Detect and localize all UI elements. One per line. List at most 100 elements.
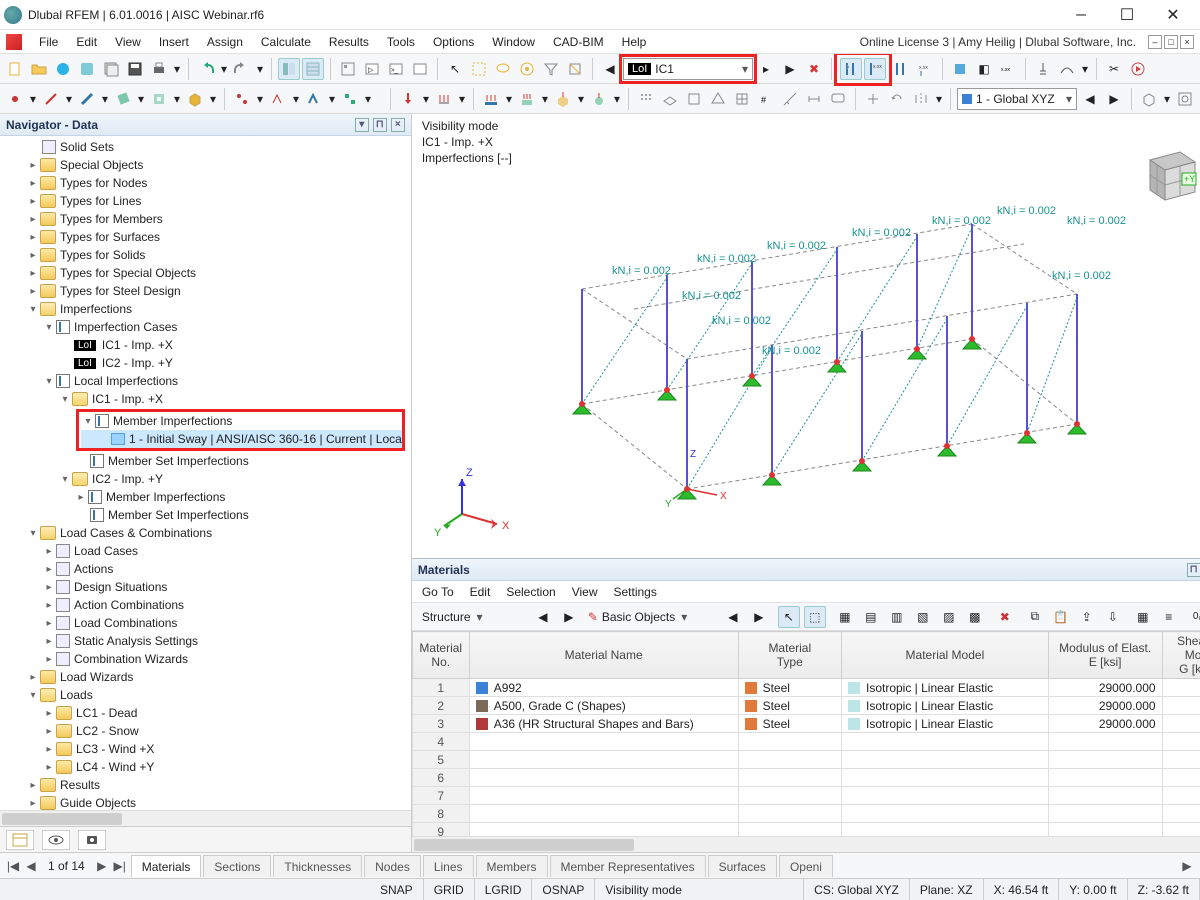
menu-insert[interactable]: Insert: [150, 30, 198, 54]
free-load-icon[interactable]: [588, 88, 610, 110]
show-local-imperfections-icon[interactable]: [840, 58, 862, 80]
zoom-fit-icon[interactable]: [1174, 88, 1196, 110]
line-load-icon[interactable]: [433, 88, 455, 110]
tree-item-comb-wiz[interactable]: ▸Combination Wizards: [2, 650, 411, 668]
nav-data-tab-icon[interactable]: [6, 830, 34, 850]
status-osnap[interactable]: OSNAP: [532, 879, 595, 900]
col-material-model[interactable]: Material Model: [841, 632, 1048, 679]
solid-load-icon[interactable]: [552, 88, 574, 110]
table-row[interactable]: 5: [412, 751, 1200, 769]
close-button[interactable]: ✕: [1150, 0, 1196, 30]
materials-table[interactable]: Material No. Material Name Material Type…: [412, 631, 1200, 836]
set-dd3[interactable]: ▾: [327, 88, 337, 110]
materials-table-container[interactable]: Material No. Material Name Material Type…: [412, 631, 1200, 836]
display-loads-icon[interactable]: [890, 58, 912, 80]
tree-item-types-steel[interactable]: ▸Types for Steel Design: [2, 282, 411, 300]
tree-item-imperf-cases[interactable]: ▾Imperfection Cases: [2, 318, 411, 336]
tab-prev-icon[interactable]: ◀: [22, 859, 40, 873]
mdi-minimize[interactable]: –: [1148, 35, 1162, 49]
cs-prev-icon[interactable]: ◀: [1079, 88, 1101, 110]
case-list-icon[interactable]: ▸: [755, 58, 777, 80]
panel-close-icon[interactable]: ×: [391, 118, 405, 132]
tree-item-types-lines[interactable]: ▸Types for Lines: [2, 192, 411, 210]
tree-item-load-cases[interactable]: ▸Load Cases: [2, 542, 411, 560]
tree-item-member-imperf[interactable]: ▾Member Imperfections: [81, 412, 402, 430]
undo-icon[interactable]: [195, 58, 217, 80]
tree-item-loads[interactable]: ▾Loads: [2, 686, 411, 704]
tree-item-types-solids[interactable]: ▸Types for Solids: [2, 246, 411, 264]
move-copy-icon[interactable]: [862, 88, 884, 110]
maximize-button[interactable]: ☐: [1104, 0, 1150, 30]
tree-item-imperfections[interactable]: ▾Imperfections: [2, 300, 411, 318]
opening-tool-icon[interactable]: [148, 88, 170, 110]
show-imperfection-values-icon[interactable]: x.xx: [864, 58, 886, 80]
comment-icon[interactable]: [827, 88, 849, 110]
tree-item-types-special[interactable]: ▸Types for Special Objects: [2, 264, 411, 282]
results-diagram-icon[interactable]: ◧: [973, 58, 995, 80]
select-related-icon[interactable]: [516, 58, 538, 80]
menu-options[interactable]: Options: [424, 30, 483, 54]
paste-icon[interactable]: 📋: [1050, 606, 1072, 628]
tab-first-icon[interactable]: |◀: [4, 859, 22, 873]
console-icon[interactable]: >_: [385, 58, 407, 80]
menu-view[interactable]: View: [106, 30, 150, 54]
units-icon[interactable]: [409, 58, 431, 80]
table-view3-icon[interactable]: ▥: [886, 606, 908, 628]
cat-next-icon[interactable]: ▶: [558, 606, 580, 628]
show-tables-icon[interactable]: [302, 58, 324, 80]
model-viewport[interactable]: Visibility mode IC1 - Imp. +X Imperfecti…: [412, 114, 1200, 558]
tab-materials[interactable]: Materials: [131, 855, 202, 877]
table-row[interactable]: 2 A500, Grade C (Shapes) Steel Isotropic…: [412, 697, 1200, 715]
solid-tool-dropdown[interactable]: ▾: [208, 88, 218, 110]
col-material-name[interactable]: Material Name: [469, 632, 738, 679]
materials-horizontal-scrollbar[interactable]: [412, 836, 1200, 852]
tab-member-rep[interactable]: Member Representatives: [550, 855, 706, 877]
tbl-next-icon[interactable]: ▶: [748, 606, 770, 628]
tree-item-load-comb[interactable]: ▸Load Combinations: [2, 614, 411, 632]
col-shear[interactable]: Shear Mo G [ks: [1162, 632, 1200, 679]
select-row-icon[interactable]: ⬚: [804, 606, 826, 628]
model-check-icon[interactable]: [683, 88, 705, 110]
results-values-icon[interactable]: x.xx: [997, 58, 1019, 80]
dimension-icon[interactable]: [803, 88, 825, 110]
materials-settings[interactable]: Settings: [613, 585, 656, 599]
redo-icon[interactable]: [231, 58, 253, 80]
nodal-load-icon[interactable]: [397, 88, 419, 110]
tree-item-member-set-imperf[interactable]: Member Set Imperfections: [2, 452, 411, 470]
cs-next-icon[interactable]: ▶: [1103, 88, 1125, 110]
tree-item-load-wizards[interactable]: ▸Load Wizards: [2, 668, 411, 686]
tree-item-lc4[interactable]: ▸LC4 - Wind +Y: [2, 758, 411, 776]
tree-item-selected-sway[interactable]: 1 - Initial Sway | ANSI/AISC 360-16 | Cu…: [81, 430, 402, 448]
tree-item-member-set-imperf2[interactable]: Member Set Imperfections: [2, 506, 411, 524]
tab-last-icon[interactable]: ▶|: [111, 859, 129, 873]
surface-tool-icon[interactable]: [112, 88, 134, 110]
view-cube[interactable]: +Y: [1135, 140, 1200, 210]
clip-icon[interactable]: ✂: [1103, 58, 1125, 80]
panel-menu-icon[interactable]: ▾: [355, 118, 369, 132]
print-dropdown-icon[interactable]: ▾: [172, 58, 182, 80]
measure-icon[interactable]: [779, 88, 801, 110]
plausibility-icon[interactable]: [707, 88, 729, 110]
app-menu-icon[interactable]: [6, 34, 22, 50]
clear-case-icon[interactable]: ✖: [803, 58, 825, 80]
mirror-icon[interactable]: [910, 88, 932, 110]
tree-item-lc3[interactable]: ▸LC3 - Wind +X: [2, 740, 411, 758]
cat-prev-icon[interactable]: ◀: [532, 606, 554, 628]
navigator-horizontal-scrollbar[interactable]: [0, 810, 411, 826]
table-row[interactable]: 7: [412, 787, 1200, 805]
tree-item-static-an[interactable]: ▸Static Analysis Settings: [2, 632, 411, 650]
materials-pin-icon[interactable]: ⊓: [1187, 563, 1200, 577]
mdi-restore[interactable]: □: [1164, 35, 1178, 49]
menu-assign[interactable]: Assign: [198, 30, 252, 54]
select-arrow-icon[interactable]: ↖: [444, 58, 466, 80]
line-tool-dropdown[interactable]: ▾: [64, 88, 74, 110]
node-tool-icon[interactable]: [4, 88, 26, 110]
set-dd[interactable]: ▾: [255, 88, 265, 110]
col-material-no[interactable]: Material No.: [412, 632, 469, 679]
tab-next-icon[interactable]: ▶: [93, 859, 111, 873]
ml-dd[interactable]: ▾: [504, 88, 514, 110]
member-tool-dropdown[interactable]: ▾: [100, 88, 110, 110]
set-surfaces-icon[interactable]: [339, 88, 361, 110]
table-row[interactable]: 1 A992 Steel Isotropic | Linear Elastic …: [412, 679, 1200, 697]
transform-dropdown[interactable]: ▾: [934, 88, 944, 110]
